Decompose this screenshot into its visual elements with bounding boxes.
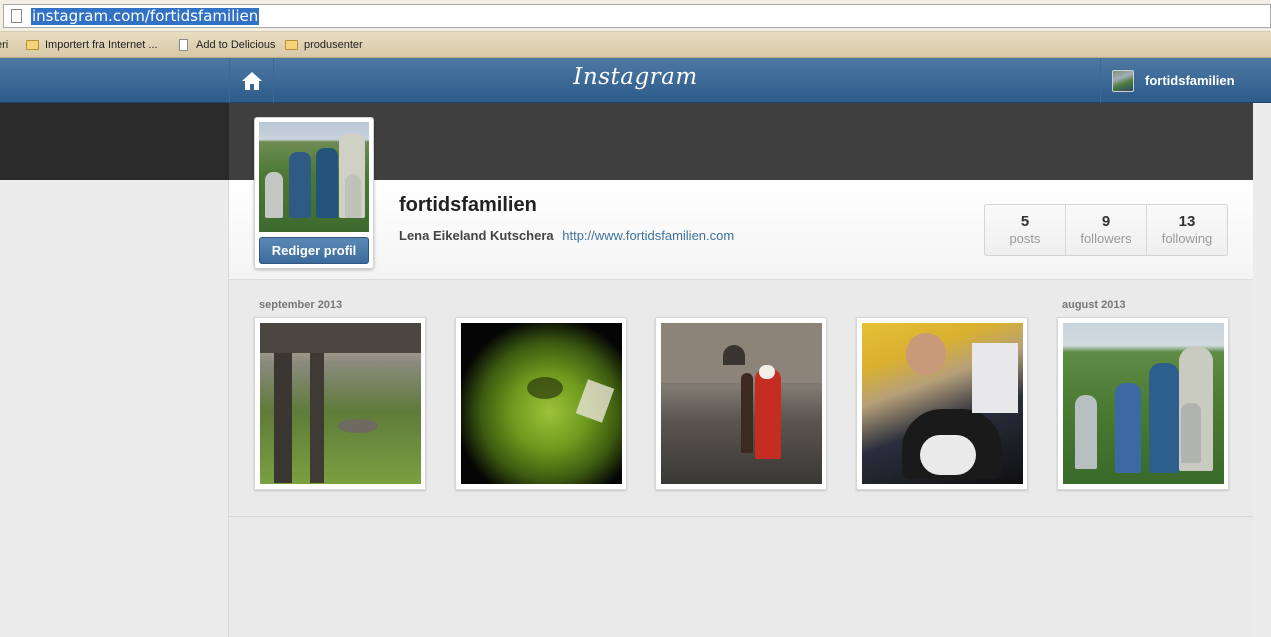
cover-band bbox=[229, 103, 1253, 180]
stat-value: 9 bbox=[1101, 213, 1111, 230]
date-label: september 2013 bbox=[259, 299, 343, 311]
photo-image bbox=[661, 323, 822, 484]
url-field[interactable]: instagram.com/fortidsfamilien bbox=[3, 4, 1271, 28]
folder-icon bbox=[26, 40, 39, 50]
bookmark-item[interactable]: eri bbox=[0, 38, 8, 52]
content-bottom bbox=[229, 518, 1253, 637]
stat-label: following bbox=[1161, 231, 1213, 246]
bookmark-item[interactable]: Importert fra Internet ... bbox=[26, 38, 158, 52]
profile-website-link[interactable]: http://www.fortidsfamilien.com bbox=[562, 228, 734, 243]
instagram-navbar: Instagram fortidsfamilien bbox=[0, 58, 1271, 103]
page-icon bbox=[179, 39, 188, 51]
photo-image bbox=[862, 323, 1023, 484]
profile-stats: 5 posts 9 followers 13 following bbox=[984, 204, 1228, 256]
photo-family-portrait[interactable] bbox=[1057, 317, 1229, 490]
photo-image bbox=[461, 323, 622, 484]
bookmark-item[interactable]: Add to Delicious bbox=[179, 38, 276, 52]
profile-bio: Lena Eikeland Kutschera http://www.forti… bbox=[399, 228, 734, 243]
instagram-logo[interactable]: Instagram bbox=[0, 64, 1271, 90]
stat-following[interactable]: 13 following bbox=[1147, 205, 1227, 255]
photo-image bbox=[1063, 323, 1224, 484]
profile-picture bbox=[259, 122, 369, 232]
page-icon bbox=[11, 9, 22, 23]
nav-username: fortidsfamilien bbox=[1145, 73, 1235, 88]
profile-username: fortidsfamilien bbox=[399, 194, 537, 216]
user-menu[interactable]: fortidsfamilien bbox=[1100, 58, 1254, 103]
bookmark-label: produsenter bbox=[304, 39, 363, 51]
profile-avatar-card: Rediger profil bbox=[254, 117, 374, 269]
photo-green-jug[interactable] bbox=[455, 317, 627, 490]
bookmark-label: Add to Delicious bbox=[196, 39, 276, 51]
side-panel bbox=[0, 180, 229, 637]
avatar bbox=[1112, 69, 1134, 92]
url-text[interactable]: instagram.com/fortidsfamilien bbox=[31, 8, 260, 25]
stat-posts[interactable]: 5 posts bbox=[985, 205, 1066, 255]
bookmark-item[interactable]: produsenter bbox=[285, 38, 363, 52]
bookmarks-bar: eri Importert fra Internet ... Add to De… bbox=[0, 32, 1271, 58]
photo-image bbox=[260, 323, 421, 484]
folder-icon bbox=[285, 40, 298, 50]
bookmark-label: eri bbox=[0, 39, 9, 51]
side-panel-right bbox=[1253, 103, 1271, 637]
bookmark-label: Importert fra Internet ... bbox=[45, 39, 158, 51]
stat-value: 5 bbox=[1020, 213, 1030, 230]
side-dark-panel bbox=[0, 103, 229, 180]
stat-label: posts bbox=[1009, 231, 1041, 246]
stat-label: followers bbox=[1080, 231, 1132, 246]
browser-address-bar: instagram.com/fortidsfamilien bbox=[0, 0, 1271, 32]
photo-cloister-ruins[interactable] bbox=[254, 317, 426, 490]
stat-followers[interactable]: 9 followers bbox=[1066, 205, 1147, 255]
profile-full-name: Lena Eikeland Kutschera bbox=[399, 228, 554, 243]
stat-value: 13 bbox=[1178, 213, 1196, 230]
edit-profile-button[interactable]: Rediger profil bbox=[259, 237, 369, 264]
date-label: august 2013 bbox=[1062, 299, 1126, 311]
photo-medieval-costumes[interactable] bbox=[655, 317, 827, 490]
photo-man-with-cat[interactable] bbox=[856, 317, 1028, 490]
